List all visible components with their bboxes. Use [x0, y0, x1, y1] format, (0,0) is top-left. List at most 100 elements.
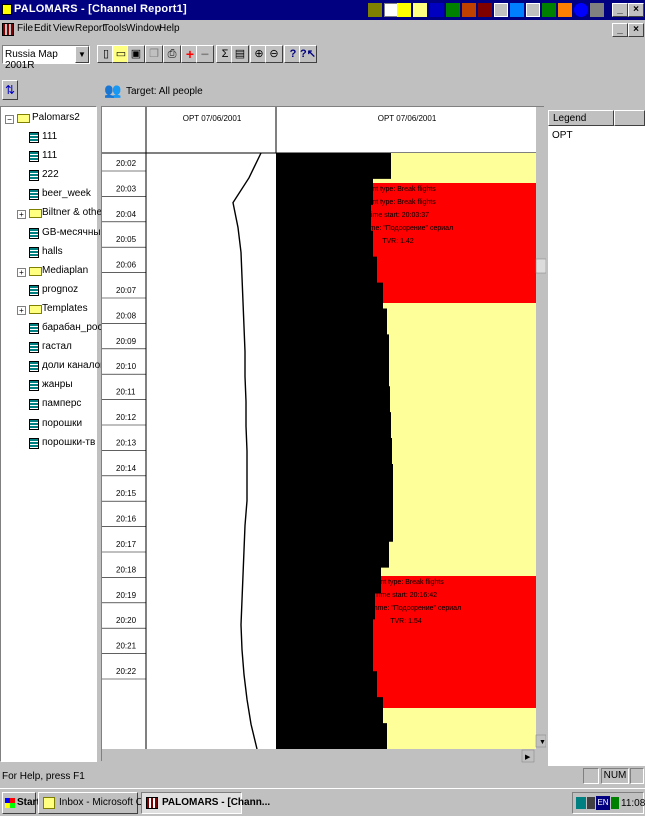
- tree-report[interactable]: 111: [1, 147, 98, 166]
- time-label: 20:16: [116, 515, 137, 524]
- time-label: 20:12: [116, 413, 137, 422]
- time-label: 20:22: [116, 667, 137, 676]
- expand-icon[interactable]: +: [17, 305, 26, 315]
- tray-app-icon-4[interactable]: [494, 3, 508, 17]
- menu-view[interactable]: View: [53, 23, 75, 34]
- expand-icon[interactable]: +: [17, 267, 26, 277]
- tree-report[interactable]: beer_week: [1, 185, 98, 204]
- tree-report[interactable]: гастал: [1, 338, 98, 357]
- tray-extra-icon[interactable]: [611, 797, 619, 809]
- tree-root-label: Palomars2: [32, 112, 80, 123]
- menu-help[interactable]: Help: [159, 23, 180, 34]
- word-icon[interactable]: [430, 3, 444, 17]
- clock: 11:08: [621, 798, 645, 809]
- menu-tools[interactable]: Tools: [103, 23, 126, 34]
- network-icon[interactable]: [576, 797, 586, 809]
- tree-item-label: гастал: [42, 341, 72, 353]
- tree-item-label: доли каналов: [42, 360, 106, 372]
- context-help-icon[interactable]: ?↖: [299, 45, 317, 63]
- app-icon: [2, 4, 12, 15]
- tree-report[interactable]: 222: [1, 166, 98, 185]
- task-palomars[interactable]: PALOMARS - [Chann...: [141, 792, 270, 814]
- tree-report[interactable]: порошки: [1, 415, 98, 434]
- tree-report[interactable]: памперс: [1, 395, 98, 414]
- tray-app-icon-7[interactable]: [542, 3, 556, 17]
- break-label: Event type: Break flights: [360, 186, 436, 193]
- map-select[interactable]: Russia Map 2001R ▼: [2, 45, 90, 71]
- folder-icon: [29, 209, 42, 219]
- tray-app-icon-9[interactable]: [590, 3, 604, 17]
- start-button[interactable]: Start: [2, 792, 40, 814]
- tree-report[interactable]: 111: [1, 128, 98, 147]
- collapse-icon[interactable]: −: [5, 115, 14, 124]
- tree-item-label: памперс: [42, 398, 82, 410]
- volume-icon[interactable]: [587, 797, 595, 809]
- refresh-icon[interactable]: ⇅: [2, 80, 18, 100]
- excel-icon[interactable]: [446, 3, 460, 17]
- tree-report[interactable]: prognoz: [1, 281, 98, 300]
- menu-file[interactable]: File: [17, 23, 33, 34]
- mdi-minimize-button[interactable]: _: [612, 23, 628, 37]
- target-label: Target: All people: [126, 86, 203, 97]
- save-icon[interactable]: ▣: [127, 45, 145, 63]
- tree-report[interactable]: жанры: [1, 376, 98, 395]
- menu-bar: File Edit View Report Tools Window Help …: [0, 20, 645, 40]
- access-icon[interactable]: [478, 3, 492, 17]
- tray-app-icon-8[interactable]: [558, 3, 572, 17]
- chevron-down-icon[interactable]: ▼: [75, 46, 89, 63]
- powerpoint-icon[interactable]: [462, 3, 476, 17]
- print-icon[interactable]: ⎙: [163, 45, 181, 63]
- title-bar: PALOMARS - [Channel Report1] _ ×: [0, 0, 645, 20]
- tray-app-icon-1[interactable]: [368, 3, 382, 17]
- break-label: Programme: "Подсорение" сериал: [343, 225, 453, 232]
- tree-item-label: Templates: [42, 302, 88, 314]
- menu-report[interactable]: Report: [75, 23, 105, 34]
- window-title: PALOMARS - [Channel Report1]: [14, 3, 187, 15]
- minimize-button[interactable]: _: [612, 3, 628, 17]
- people-icon: 👥: [104, 82, 122, 98]
- tree-folder[interactable]: + Mediaplan: [1, 262, 98, 281]
- tree-report[interactable]: порошки-тв: [1, 434, 98, 453]
- expand-icon[interactable]: +: [17, 210, 26, 220]
- menu-window[interactable]: Window: [126, 23, 162, 34]
- tree-item-label: порошки: [42, 417, 83, 429]
- legend-item-opt: OPT: [552, 130, 573, 141]
- tree-report[interactable]: halls: [1, 243, 98, 262]
- tree-folder[interactable]: + Templates: [1, 300, 98, 319]
- time-label: 20:11: [116, 388, 136, 397]
- document-icon[interactable]: [2, 23, 14, 36]
- copy-icon[interactable]: ❐: [145, 45, 163, 63]
- tray-app-icon-6[interactable]: [526, 3, 540, 17]
- ie-icon[interactable]: [574, 3, 588, 17]
- outlook-icon: [43, 797, 55, 809]
- report-icon: [29, 189, 39, 201]
- report-icon: [29, 361, 39, 373]
- zoom-out-icon[interactable]: ⊖: [265, 45, 283, 63]
- remove-icon[interactable]: −: [196, 45, 214, 63]
- report-icon: [29, 323, 39, 334]
- tray-app-icon-2[interactable]: [384, 3, 398, 17]
- time-label: 20:14: [116, 464, 137, 473]
- status-indicator-empty-2: [630, 768, 644, 784]
- tree-folder[interactable]: + Biltner & other: [1, 204, 105, 223]
- tree-report[interactable]: барабан_россия: [1, 319, 118, 338]
- tree-report[interactable]: доли каналов: [1, 357, 105, 376]
- break-label: Event type: Break flights: [368, 579, 444, 586]
- break-label: Time start: 20:03:37: [367, 212, 429, 219]
- tray-app-icon-5[interactable]: [510, 3, 524, 17]
- report-icon: [29, 342, 39, 354]
- envelope-icon[interactable]: [413, 3, 427, 17]
- report-icon: [29, 418, 39, 430]
- language-indicator[interactable]: EN: [596, 796, 610, 810]
- task-outlook[interactable]: Inbox - Microsoft Outlook: [38, 792, 170, 814]
- tray-app-icon-3[interactable]: [397, 3, 411, 17]
- calculate-icon[interactable]: ▤: [231, 45, 249, 63]
- tree-report[interactable]: GB-месячный: [1, 224, 106, 243]
- menu-edit[interactable]: Edit: [34, 23, 51, 34]
- close-button[interactable]: ×: [628, 3, 644, 17]
- time-label: 20:03: [116, 184, 137, 193]
- report-icon: [29, 151, 39, 163]
- tree-root[interactable]: − Palomars2: [1, 109, 98, 128]
- mdi-close-button[interactable]: ×: [628, 23, 644, 37]
- time-label: 20:17: [116, 540, 137, 549]
